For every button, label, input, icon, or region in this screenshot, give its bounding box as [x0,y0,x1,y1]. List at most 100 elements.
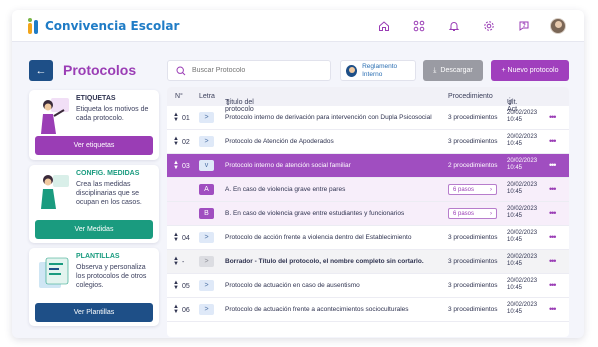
gear-icon[interactable] [480,17,498,35]
row-title[interactable]: Protocolo de actuación en caso de ausent… [225,282,360,289]
more-options-icon[interactable]: ••• [549,304,557,314]
search-box[interactable] [167,60,331,81]
help-icon[interactable] [515,17,533,35]
row-expand-toggle[interactable]: B [199,208,214,219]
row-num-value: 03 [181,162,190,170]
more-options-icon[interactable]: ••• [549,160,557,170]
reorder-icon[interactable]: ▲ ▼ [173,304,179,315]
row-procedures: 3 procedimientos [448,306,498,313]
steps-button[interactable]: 6 pasos › [448,208,497,219]
header-proc[interactable]: Procedimiento [448,93,493,100]
more-options-icon[interactable]: ••• [549,280,557,290]
row-title[interactable]: Protocolo interno de atención social fam… [225,162,351,169]
more-options-icon[interactable]: ••• [549,232,557,242]
steps-label: 6 pasos [453,186,475,193]
row-title[interactable]: Borrador - Título del protocolo, el nomb… [225,258,424,265]
reorder-icon[interactable]: ▲ ▼ [173,280,179,291]
row-date: 20/02/2023 10:45 [507,278,537,292]
grid-icon[interactable] [410,17,428,35]
reorder-icon[interactable]: ▲ ▼ [173,160,179,171]
table-row[interactable]: ▲ ▼ 01 > Protocolo interno de derivación par… [167,106,569,130]
more-options-icon[interactable]: ••• [549,112,557,122]
more-options-icon[interactable]: ••• [549,208,557,218]
new-protocol-button[interactable]: + Nuevo protocolo [491,60,569,81]
person-illustration-icon [37,96,71,136]
table-row[interactable]: B B. En caso de violencia grave entre est… [167,202,569,226]
reorder-icon[interactable]: ▲ ▼ [173,112,179,123]
table-row[interactable]: A A. En caso de violencia grave entre par… [167,178,569,202]
row-expand-toggle[interactable]: > [199,232,214,243]
more-options-icon[interactable]: ••• [549,136,557,146]
row-date: 20/02/2023 10:45 [507,302,537,316]
reorder-icon[interactable]: ▲ ▼ [173,232,179,243]
steps-button[interactable]: 6 pasos › [448,184,497,195]
home-icon[interactable] [375,17,393,35]
row-expand-toggle[interactable]: > [199,136,214,147]
download-button[interactable]: ⤓ Descargar [423,60,483,81]
search-input[interactable] [192,67,312,74]
row-date-value: 20/02/2023 [507,110,538,116]
row-date: 20/02/2023 10:45 [507,254,537,268]
top-icon-bar [375,17,566,35]
ver-medidas-button[interactable]: Ver Medidas [35,220,153,239]
row-title[interactable]: Protocolo de actuación frente a aconteci… [225,306,409,313]
row-time-value: 10:45 [507,165,523,172]
user-avatar[interactable] [550,18,566,34]
row-procedures: 3 procedimientos [448,234,498,241]
row-number: ▲ ▼ 06 [173,304,190,315]
more-options-icon[interactable]: ••• [549,184,557,194]
row-number: ▲ ▼ 02 [173,136,190,147]
row-time-value: 10:45 [507,141,523,148]
table-row[interactable]: ▲ ▼ 05 > Protocolo de actuación en caso de a… [167,274,569,298]
row-expand-toggle[interactable]: > [199,256,214,267]
row-number: ▲ ▼ 01 [173,112,190,123]
row-expand-toggle[interactable]: > [199,280,214,291]
card-etiquetas: ETIQUETAS Etiqueta los motivos de cada p… [29,90,159,160]
row-date-value: 20/02/2023 [507,206,538,212]
row-date: 20/02/2023 10:45 [507,110,537,124]
header-letter[interactable]: Letra [199,93,215,100]
row-number: ▲ ▼ - [173,256,185,267]
row-expand-toggle[interactable]: > [199,304,214,315]
reorder-icon[interactable]: ▲ ▼ [173,136,179,147]
card-title: PLANTILLAS [76,253,120,260]
row-expand-toggle[interactable]: A [199,184,214,195]
row-date: 20/02/2023 10:45 [507,182,537,196]
app-name: Convivencia Escolar [45,19,180,33]
ver-plantillas-button[interactable]: Ver Plantillas [35,303,153,322]
row-num-value: - [181,258,185,266]
row-number: ▲ ▼ 04 [173,232,190,243]
row-expand-toggle[interactable]: v [199,160,214,171]
arrow-left-icon: ← [35,64,47,77]
row-procedures: 3 procedimientos [448,282,498,289]
row-title[interactable]: Protocolo de Atención de Apoderados [225,138,334,145]
header-num[interactable]: N° [175,93,183,100]
table-header: N° Letra Título del protocolo ⇕ Procedim… [167,87,569,113]
row-num-value: 05 [181,282,190,290]
chevron-right-icon: › [490,186,492,193]
row-expand-toggle[interactable]: > [199,112,214,123]
bell-icon[interactable] [445,17,463,35]
table-row[interactable]: ▲ ▼ - > Borrador - Título del protocolo, el … [167,250,569,274]
reglamento-interno-button[interactable]: Reglamento Interno [340,60,416,81]
page-title: Protocolos [63,62,137,78]
ver-etiquetas-button[interactable]: Ver etiquetas [35,136,153,155]
row-title[interactable]: Protocolo interno de derivación para int… [225,114,432,121]
table-row[interactable]: ▲ ▼ 06 > Protocolo de actuación frente a aco… [167,298,569,322]
app-logo[interactable]: Convivencia Escolar [28,18,179,34]
row-title[interactable]: B. En caso de violencia grave entre estu… [225,210,404,217]
card-description: Crea las medidas disciplinarias que se o… [76,181,142,206]
row-date-value: 20/02/2023 [507,134,538,140]
table-row[interactable]: ▲ ▼ 04 > Protocolo de acción frente a violen… [167,226,569,250]
row-title[interactable]: Protocolo de acción frente a violencia d… [225,234,411,241]
row-date-value: 20/02/2023 [507,302,538,308]
table-row[interactable]: ▲ ▼ 02 > Protocolo de Atención de Apoderados… [167,130,569,154]
row-title[interactable]: A. En caso de violencia grave entre pare… [225,186,345,193]
download-label: Descargar [440,67,473,74]
back-button[interactable]: ← [29,60,53,81]
reorder-icon[interactable]: ▲ ▼ [173,256,179,267]
table-row[interactable]: ▲ ▼ 03 v Protocolo interno de atención socia… [167,154,569,178]
more-options-icon[interactable]: ••• [549,256,557,266]
row-time-value: 10:45 [507,237,523,244]
documents-illustration-icon [37,254,71,294]
